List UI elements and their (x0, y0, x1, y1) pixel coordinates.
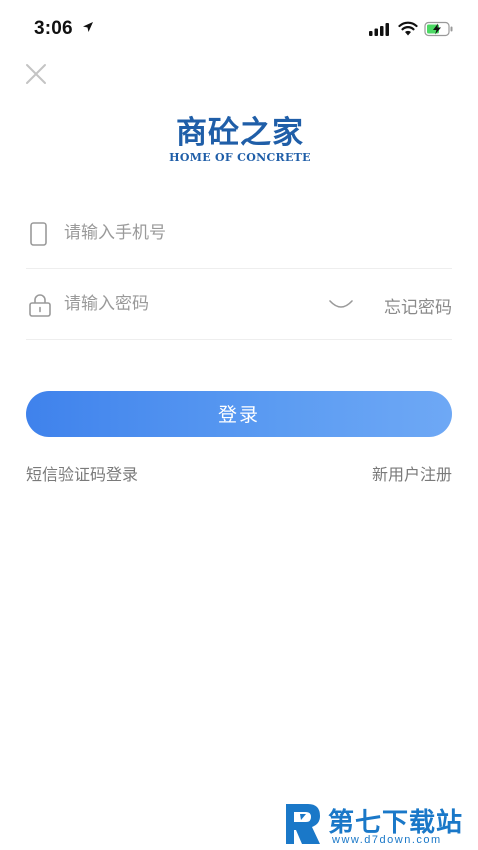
eye-closed-icon[interactable] (328, 299, 354, 311)
signal-icon (369, 23, 389, 36)
password-field: 忘记密码 (26, 269, 452, 340)
location-arrow-icon (83, 22, 93, 32)
logo-title-en: HOME OF CONCRETE (169, 151, 311, 164)
logo-title-cn: 商砼之家 (176, 115, 304, 151)
password-input[interactable] (64, 289, 314, 319)
phone-input[interactable] (64, 218, 314, 248)
status-bar: 3:06 (0, 0, 478, 44)
phone-field (26, 198, 452, 269)
watermark-url: www.d7down.com (332, 834, 442, 846)
forgot-password-link[interactable]: 忘记密码 (384, 293, 452, 318)
login-button[interactable]: 登录 (26, 391, 452, 437)
watermark: 第七下载站 www.d7down.com (284, 800, 478, 850)
battery-charging-icon (424, 21, 453, 37)
wifi-icon (398, 21, 418, 36)
lock-icon (29, 294, 51, 317)
app-logo: 商砼之家 HOME OF CONCRETE (166, 115, 314, 167)
close-icon[interactable] (24, 62, 48, 86)
register-link[interactable]: 新用户注册 (372, 461, 452, 485)
watermark-logo-icon (286, 804, 320, 844)
phone-icon (30, 222, 47, 246)
status-time: 3:06 (34, 18, 73, 39)
sms-login-link[interactable]: 短信验证码登录 (26, 461, 138, 485)
